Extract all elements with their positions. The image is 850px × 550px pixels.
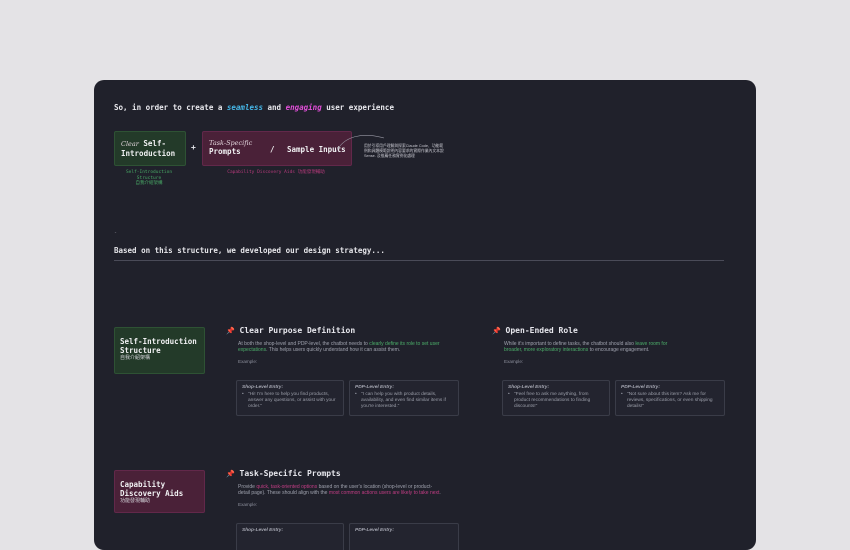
card-title: Task-Specific Prompts [239, 469, 341, 478]
card-body: Provide quick, task-oriented options bas… [238, 484, 441, 497]
pin-icon: 📌 [492, 327, 501, 335]
example-shop-level: Shop-Level Entry: "Feel free to ask me a… [502, 380, 610, 416]
box1-title-line2: Introduction [121, 149, 176, 158]
card-title: Clear Purpose Definition [239, 326, 356, 335]
example-head: PDP-Level Entry: [355, 528, 394, 533]
headline: So, in order to create a seamless and en… [114, 103, 394, 112]
example-head: Shop-Level Entry: [508, 385, 550, 390]
card-task-specific: 📌 Task-Specific Prompts Provide quick, t… [226, 469, 458, 507]
example-head: PDP-Level Entry: [355, 385, 394, 390]
card-title: Open-Ended Role [505, 326, 578, 335]
strategy-line: Based on this structure, we developed ou… [114, 246, 385, 255]
headline-middle: and [263, 103, 286, 112]
example-quote: "Feel free to ask me anything, from prod… [508, 392, 604, 409]
s1-line1: Self-Introduction [120, 337, 197, 346]
section-self-introduction-structure: Self-Introduction Structure 自我介紹架構 [114, 327, 205, 374]
s1-sub: 自我介紹架構 [120, 355, 151, 361]
pin-icon: 📌 [226, 470, 235, 478]
caption-capability-discovery: Capability Discovery Aids 功能發現輔助 [227, 170, 325, 175]
caption1-line3: 自我介紹架構 [135, 181, 163, 186]
s2-sub: 功能發現輔助 [120, 498, 151, 504]
example-head: PDP-Level Entry: [621, 385, 660, 390]
example-label: Example: [238, 358, 258, 364]
self-introduction-box: Clear Self- Introduction [114, 131, 186, 166]
example-quote: "I can help you with product details, av… [355, 392, 453, 409]
card-clear-purpose: 📌 Clear Purpose Definition At both the s… [226, 326, 458, 364]
box1-script: Clear [121, 140, 139, 148]
plus-sign: + [191, 143, 196, 152]
example-label: Example: [504, 358, 524, 364]
dash-mark: - [114, 230, 118, 236]
example-quote: "Hi! I'm here to help you find products,… [242, 392, 338, 409]
pin-icon: 📌 [226, 327, 235, 335]
example-head: Shop-Level Entry: [242, 385, 284, 390]
example-shop-level: Shop-Level Entry: "Hi! I'm here to help … [236, 380, 344, 416]
headline-suffix: user experience [321, 103, 394, 112]
example-pdp-level: PDP-Level Entry: "Not sure about this it… [615, 380, 725, 416]
example-quote: "Not sure about this item? Ask me for re… [621, 392, 719, 409]
example-pdp-level: PDP-Level Entry: [349, 523, 459, 550]
note-line3: Sense. 及推薦任務實例化處理 [364, 154, 415, 158]
caption-self-introduction: Self-Introduction Structure 自我介紹架構 [114, 170, 184, 187]
s2-line1: Capability [120, 480, 166, 489]
box2-script: Task-Specific [209, 139, 253, 147]
diagram-note: 用於引導用戶理解與探索Claude Code、功能範 例和具體模範說明內容要求的… [364, 144, 444, 159]
box1-title-line1: Self- [143, 139, 166, 148]
example-shop-level: Shop-Level Entry: [236, 523, 344, 550]
section-capability-discovery-aids: Capability Discovery Aids 功能發現輔助 [114, 470, 205, 513]
section-divider [114, 260, 724, 261]
headline-prefix: So, in order to create a [114, 103, 227, 112]
card-open-ended: 📌 Open-Ended Role While it's important t… [492, 326, 724, 364]
card-body: While it's important to define tasks, th… [504, 341, 668, 354]
box2-title: Prompts [209, 147, 241, 156]
headline-seamless: seamless [226, 103, 264, 112]
example-head: Shop-Level Entry: [242, 528, 284, 533]
card-body: At both the shop-level and PDP-level, th… [238, 341, 440, 354]
example-pdp-level: PDP-Level Entry: "I can help you with pr… [349, 380, 459, 416]
task-specific-box: Task-Specific Prompts / Sample Inputs [202, 131, 352, 166]
headline-engaging: engaging [285, 103, 322, 112]
box2-slash: / [270, 145, 275, 154]
s2-line2: Discovery Aids [120, 489, 184, 498]
slide-panel: So, in order to create a seamless and en… [94, 80, 756, 550]
s1-line2: Structure [120, 346, 161, 355]
example-label: Example: [238, 501, 258, 507]
